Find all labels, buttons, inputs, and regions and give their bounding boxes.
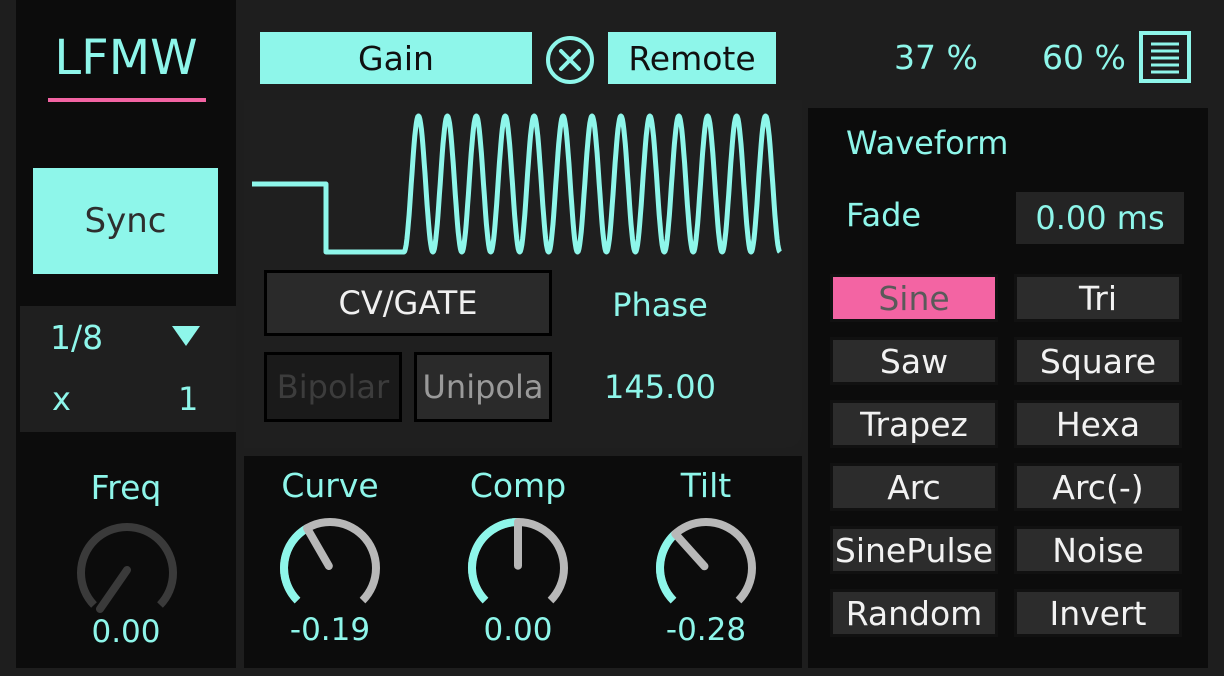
waveform-button-arc[interactable]: Arc(-) [1014, 463, 1182, 511]
freq-knob[interactable] [72, 512, 182, 622]
waveform-button-invert[interactable]: Invert [1014, 589, 1182, 637]
percent-a: 37 % [894, 38, 978, 77]
phase-value[interactable]: 145.00 [560, 368, 760, 406]
rate-value[interactable]: 1/8 [50, 318, 103, 357]
waveform-panel: Waveform Fade 0.00 ms [808, 108, 1208, 668]
remote-button[interactable]: Remote [608, 32, 776, 84]
waveform-button-sinepulse[interactable]: SinePulse [830, 526, 998, 574]
knob-value-comp: 0.00 [483, 612, 553, 648]
waveform-button-tri[interactable]: Tri [1014, 274, 1182, 322]
unipolar-button[interactable]: Unipola [414, 352, 552, 422]
knob-label-curve: Curve [281, 466, 379, 505]
left-panel: LFMW Sync 1/8 x 1 Freq 0.00 [16, 0, 236, 668]
knob-label-comp: Comp [469, 466, 567, 505]
knob-value-tilt: -0.28 [665, 612, 747, 648]
freq-label: Freq [90, 468, 162, 507]
waveform-button-square[interactable]: Square [1014, 337, 1182, 385]
waveform-button-saw[interactable]: Saw [830, 337, 998, 385]
knob-label-tilt: Tilt [680, 466, 732, 505]
close-circle-icon[interactable] [544, 34, 596, 86]
knob-value-curve: -0.19 [289, 612, 371, 648]
freq-value: 0.00 [91, 614, 161, 650]
knob-curve[interactable] [270, 508, 390, 628]
multiplier-label: x [52, 380, 71, 418]
waveform-button-arc[interactable]: Arc [830, 463, 998, 511]
knob-tilt[interactable] [646, 508, 766, 628]
target-gain-button[interactable]: Gain [260, 32, 532, 84]
waveform-button-hexa[interactable]: Hexa [1014, 400, 1182, 448]
waveform-button-sine[interactable]: Sine [830, 274, 998, 322]
waveform-button-random[interactable]: Random [830, 589, 998, 637]
list-icon[interactable] [1138, 30, 1192, 84]
waveform-button-noise[interactable]: Noise [1014, 526, 1182, 574]
knob-comp[interactable] [458, 508, 578, 628]
title-underline [48, 98, 206, 102]
phase-label: Phase [612, 286, 708, 324]
fade-label: Fade [846, 196, 922, 234]
waveform-button-trapez[interactable]: Trapez [830, 400, 998, 448]
percent-b: 60 % [1042, 38, 1126, 77]
fade-value-field[interactable]: 0.00 ms [1016, 192, 1184, 244]
cv-gate-button[interactable]: CV/GATE [264, 270, 552, 336]
lfo-waveform-display [252, 113, 782, 255]
rate-box: 1/8 x 1 [20, 306, 236, 432]
device-title: LFMW [54, 30, 198, 86]
multiplier-value[interactable]: 1 [178, 380, 198, 418]
sync-button[interactable]: Sync [33, 168, 218, 274]
bipolar-button[interactable]: Bipolar [264, 352, 402, 422]
waveform-title: Waveform [846, 124, 1009, 162]
triangle-down-icon[interactable] [172, 326, 200, 346]
